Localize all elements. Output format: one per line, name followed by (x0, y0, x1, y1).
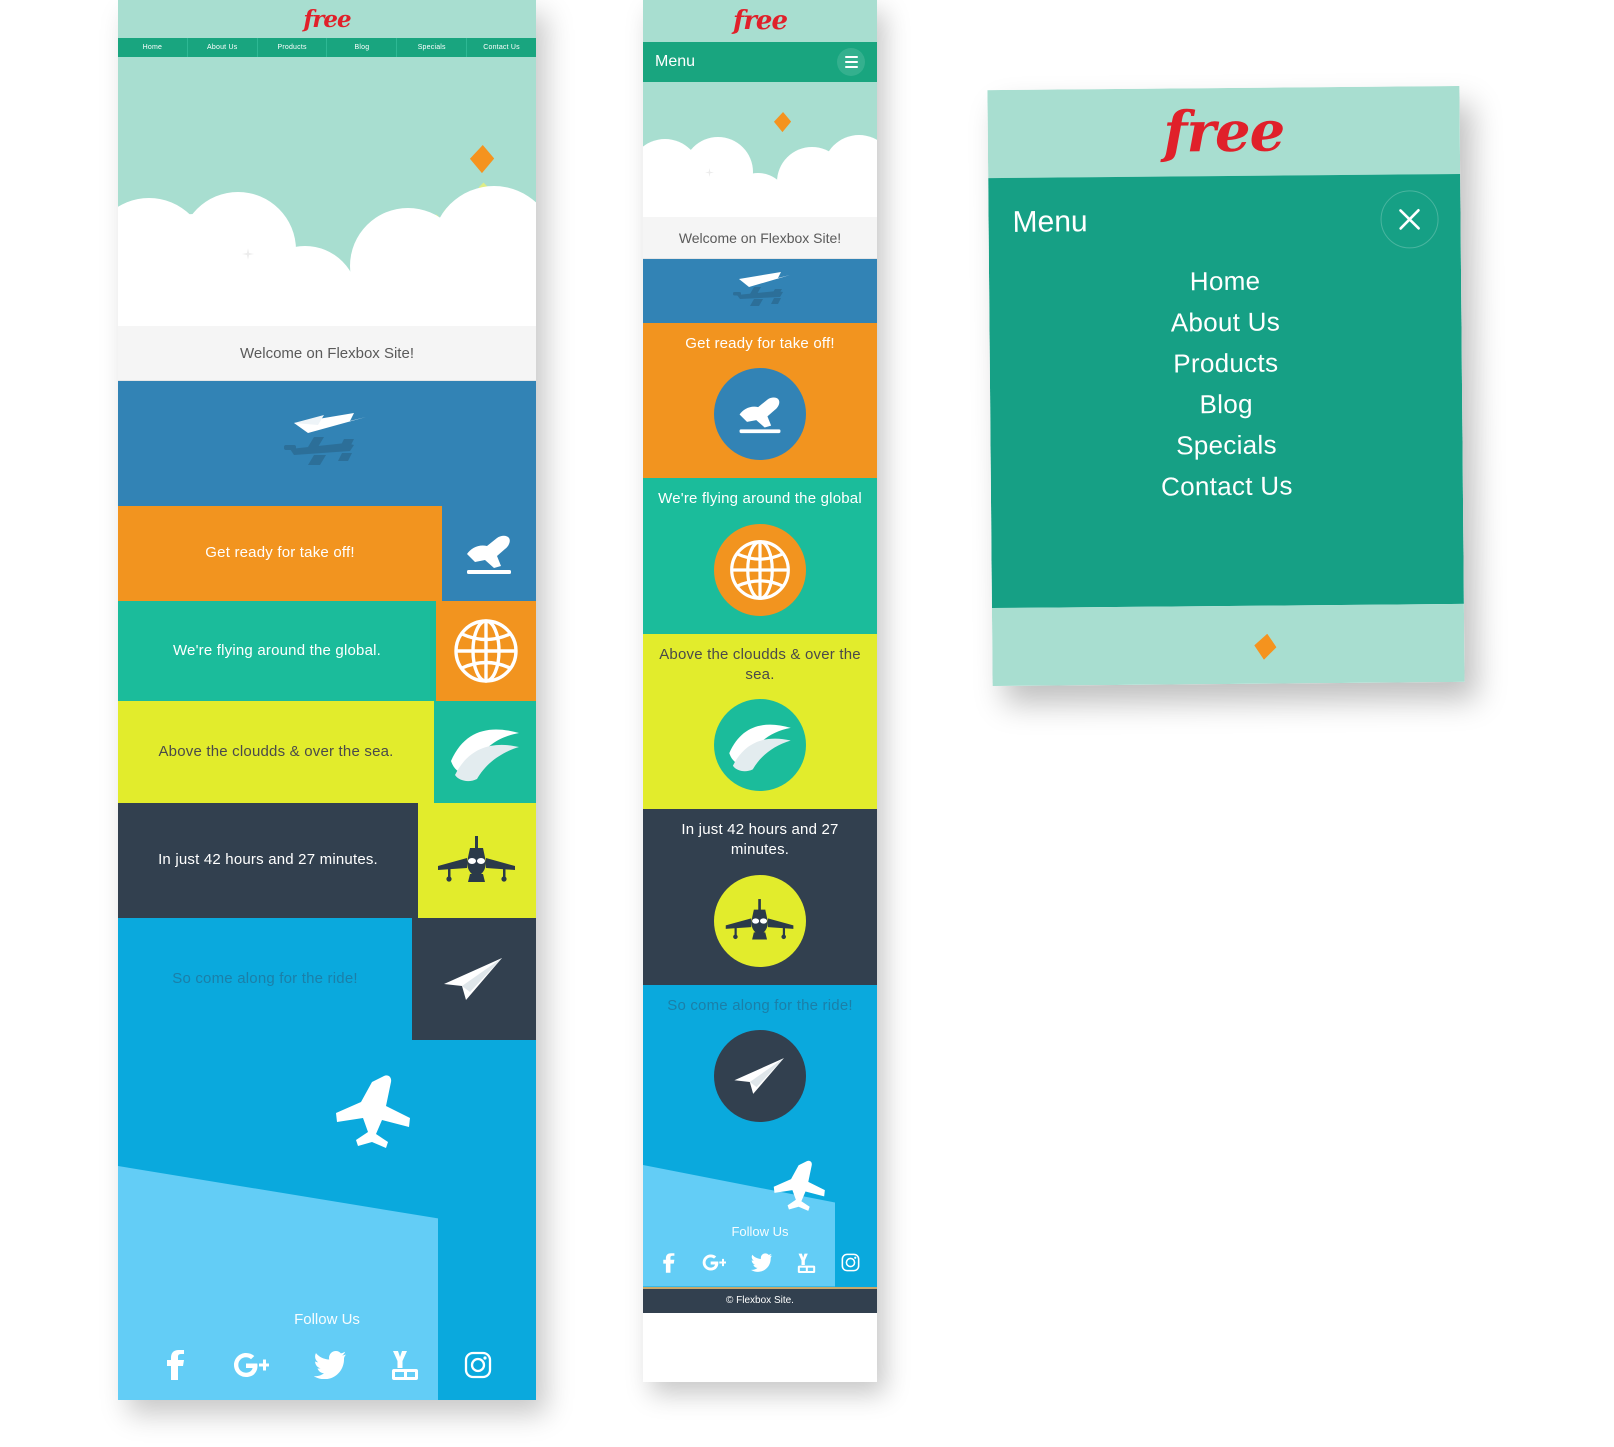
section-text-takeoff: Get ready for take off! (685, 335, 835, 352)
nav-item-blog[interactable]: Blog (327, 38, 398, 57)
menu-title: Menu (1012, 205, 1088, 239)
nav-item-contact-us[interactable]: Contact Us (467, 38, 536, 57)
section-text-ride: So come along for the ride! (667, 996, 853, 1014)
brand-logo: free (1163, 98, 1285, 166)
menu-item-list: Home About Us Products Blog Specials Con… (989, 264, 1463, 504)
glider-and-plane-illustration (284, 413, 366, 465)
screenshot-stage: free Home About Us Products Blog Special… (0, 0, 1614, 1447)
desktop-section-takeoff: Get ready for take off! (118, 506, 536, 601)
cloud-group (118, 186, 536, 326)
mobile-section-ride: So come along for the ride! Follow Us (643, 984, 877, 1287)
airplane-front-icon (418, 803, 536, 918)
desktop-logo-bar: free (118, 0, 536, 38)
nav-item-products[interactable]: Products (258, 38, 328, 57)
mobile-section-global: We're flying around the global (643, 478, 877, 634)
desktop-hero (118, 57, 536, 326)
facebook-icon[interactable] (660, 1252, 677, 1273)
menu-item-products[interactable]: Products (1173, 348, 1278, 380)
section-text-global: We're flying around the global. (118, 601, 436, 701)
brand-logo: free (733, 6, 788, 36)
mobile-logo-bar: free (643, 0, 877, 42)
mobile-topbar: Menu (643, 42, 877, 82)
desktop-navbar: Home About Us Products Blog Specials Con… (118, 38, 536, 57)
mobile-menu-label: Menu (655, 53, 696, 70)
menu-item-specials[interactable]: Specials (1176, 430, 1277, 462)
mobile-welcome-banner: Welcome on Flexbox Site! (643, 217, 877, 259)
section-text-duration: In just 42 hours and 27 minutes. (681, 821, 839, 859)
desktop-section-ride: So come along for the ride! (118, 918, 536, 1040)
wave-icon (714, 699, 806, 791)
desktop-social-row (162, 1350, 492, 1380)
glider-and-plane-illustration (733, 272, 790, 306)
follow-us-label: Follow Us (294, 1311, 360, 1328)
paper-plane-icon (412, 918, 536, 1040)
airplane-cruise-icon (336, 1075, 410, 1148)
nav-item-specials[interactable]: Specials (397, 38, 468, 57)
menu-item-contact-us[interactable]: Contact Us (1161, 470, 1293, 502)
globe-icon (714, 523, 806, 616)
menu-header: Menu (988, 174, 1461, 252)
mobile-copyright-bar: © Flexbox Site. (643, 1286, 877, 1313)
kite-icon (1252, 631, 1279, 661)
google-plus-icon[interactable] (233, 1350, 269, 1380)
wave-icon (434, 701, 536, 803)
plane-takeoff-icon (442, 506, 536, 601)
kite-icon (468, 143, 496, 174)
follow-us-label: Follow Us (731, 1223, 789, 1239)
menu-item-about-us[interactable]: About Us (1171, 307, 1281, 339)
mobile-section-takeoff: Get ready for take off! (643, 323, 877, 479)
instagram-icon[interactable] (841, 1253, 860, 1273)
section-text-clouds: Above the cloudds & over the sea. (659, 645, 861, 683)
menu-footer (991, 603, 1465, 687)
section-text-global: We're flying around the global (658, 490, 862, 508)
nav-item-home[interactable]: Home (118, 38, 188, 57)
twitter-icon[interactable] (314, 1350, 346, 1380)
desktop-section-global: We're flying around the global. (118, 601, 536, 701)
desktop-welcome-banner: Welcome on Flexbox Site! (118, 326, 536, 381)
desktop-follow-block: Follow Us (118, 1311, 536, 1380)
hamburger-icon[interactable] (837, 48, 865, 76)
close-icon[interactable] (1380, 190, 1439, 249)
facebook-icon[interactable] (162, 1350, 188, 1380)
paper-plane-icon (714, 1029, 806, 1122)
menu-item-home[interactable]: Home (1190, 266, 1261, 298)
desktop-outro: Follow Us (118, 1040, 536, 1400)
twitter-icon[interactable] (751, 1253, 772, 1273)
youtube-icon[interactable] (797, 1253, 816, 1273)
mobile-section-clouds: Above the cloudds & over the sea. (643, 633, 877, 809)
mobile-social-row (660, 1252, 860, 1273)
desktop-section-clouds: Above the cloudds & over the sea. (118, 701, 536, 803)
cloud-group (643, 135, 877, 217)
google-plus-icon[interactable] (702, 1253, 726, 1273)
brand-logo: free (303, 5, 351, 33)
menu-logo-bar: free (987, 85, 1461, 179)
desktop-mockup: free Home About Us Products Blog Special… (118, 0, 536, 1400)
desktop-section-duration: In just 42 hours and 27 minutes. (118, 803, 536, 918)
section-text-ride: So come along for the ride! (118, 918, 412, 1040)
youtube-icon[interactable] (391, 1350, 419, 1380)
mobile-mockup: free Menu Welcome on Flexbox Site! Get r… (643, 0, 877, 1382)
globe-icon (436, 601, 536, 701)
airplane-cruise-icon (773, 1160, 825, 1211)
desktop-plane-banner (118, 381, 536, 506)
instagram-icon[interactable] (464, 1350, 492, 1380)
mobile-hero (643, 82, 877, 217)
nav-item-about-us[interactable]: About Us (188, 38, 258, 57)
section-text-duration: In just 42 hours and 27 minutes. (118, 803, 418, 918)
airplane-front-icon (714, 874, 806, 967)
mobile-plane-banner (643, 259, 877, 323)
mobile-follow-block: Follow Us (643, 1224, 877, 1273)
plane-takeoff-icon (714, 368, 806, 461)
mobile-section-duration: In just 42 hours and 27 minutes. (643, 809, 877, 985)
section-text-clouds: Above the cloudds & over the sea. (118, 701, 434, 803)
menu-overlay-mockup: free Menu Home About Us Products Blog Sp… (987, 85, 1465, 687)
section-text-takeoff: Get ready for take off! (118, 506, 442, 601)
menu-panel: Menu Home About Us Products Blog Special… (988, 173, 1464, 609)
menu-item-blog[interactable]: Blog (1199, 389, 1253, 420)
